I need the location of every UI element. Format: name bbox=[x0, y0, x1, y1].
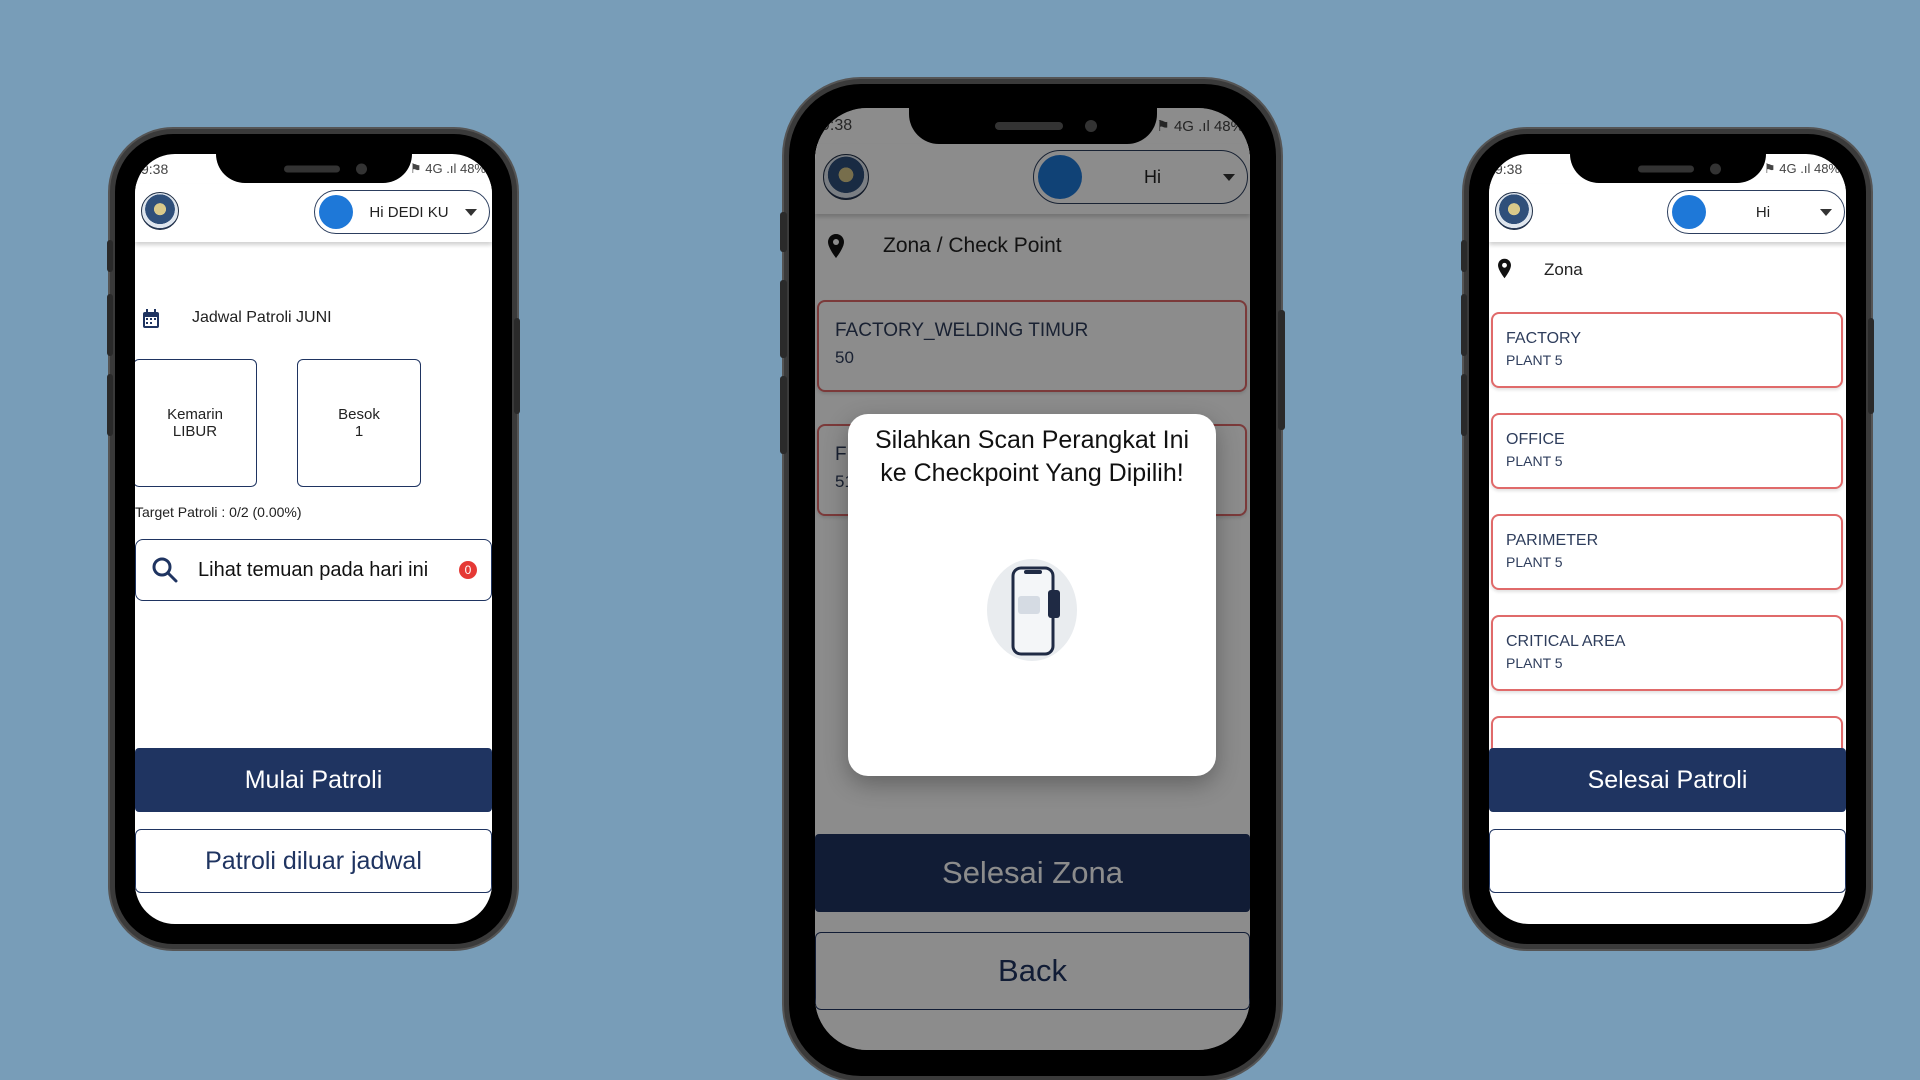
schedule-label: Jadwal Patroli JUNI bbox=[192, 309, 332, 326]
chevron-down-icon bbox=[465, 208, 477, 216]
start-patrol-button[interactable]: Mulai Patroli bbox=[135, 748, 492, 812]
modal-title: Silahkan Scan Perangkat Ini ke Checkpoin… bbox=[874, 426, 1190, 487]
calendar-icon bbox=[143, 309, 159, 328]
outside-schedule-button[interactable]: Patroli diluar jadwal bbox=[135, 829, 492, 893]
phone-nfc-scan-icon bbox=[987, 559, 1077, 661]
right-phone: 9:38 ⚑ 4G .ıl 48% Hi Zona FACTORY PLANT … bbox=[1461, 134, 1874, 944]
zone-plant: PLANT 5 bbox=[1506, 352, 1563, 368]
avatar bbox=[1672, 195, 1706, 229]
greeting-text: Hi bbox=[1755, 203, 1771, 221]
status-time: 9:38 bbox=[141, 161, 169, 177]
zone-name: PARIMETER bbox=[1506, 532, 1599, 549]
schedule-row: Jadwal Patroli JUNI bbox=[135, 304, 492, 334]
section-label: Zona bbox=[1544, 260, 1583, 279]
zone-card[interactable]: CRITICAL AREA PLANT 5 bbox=[1491, 615, 1843, 691]
findings-count-badge: 0 bbox=[459, 561, 477, 579]
app-bar: Hi bbox=[1489, 184, 1846, 242]
tomorrow-value: 1 bbox=[354, 423, 364, 440]
left-phone: 9:38 ⚑ 4G .ıl 48% Hi DEDI KU Jadwal Patr… bbox=[107, 134, 520, 944]
tomorrow-card[interactable]: Besok 1 bbox=[297, 359, 421, 487]
greeting-text: Hi DEDI KU bbox=[369, 203, 449, 221]
search-label: Lihat temuan pada hari ini bbox=[198, 558, 429, 581]
left-screen: 9:38 ⚑ 4G .ıl 48% Hi DEDI KU Jadwal Patr… bbox=[135, 154, 492, 924]
findings-search[interactable]: Lihat temuan pada hari ini 0 bbox=[135, 539, 492, 601]
tomorrow-title: Besok bbox=[338, 406, 380, 423]
avatar bbox=[319, 195, 353, 229]
zone-card[interactable]: FACTORY PLANT 5 bbox=[1491, 312, 1843, 388]
app-logo bbox=[141, 192, 179, 230]
zone-plant: PLANT 5 bbox=[1506, 655, 1563, 671]
user-dropdown[interactable]: Hi DEDI KU bbox=[314, 190, 490, 234]
zone-plant: PLANT 5 bbox=[1506, 453, 1563, 469]
zone-name: FACTORY bbox=[1506, 330, 1581, 347]
status-battery: ⚑ 4G .ıl 48% bbox=[409, 161, 486, 176]
zone-name: OFFICE bbox=[1506, 431, 1565, 448]
zone-plant: PLANT 5 bbox=[1506, 554, 1563, 570]
location-pin-icon bbox=[1498, 258, 1511, 279]
yesterday-card[interactable]: Kemarin LIBUR bbox=[135, 359, 257, 487]
app-logo bbox=[1495, 192, 1533, 230]
status-battery: ⚑ 4G .ıl 48% bbox=[1763, 161, 1840, 176]
empty-outline-button[interactable] bbox=[1489, 829, 1846, 893]
scan-modal: Silahkan Scan Perangkat Ini ke Checkpoin… bbox=[848, 414, 1216, 776]
middle-phone: 9:38 ⚑ 4G .ıl 48% Hi Zona / Check Point … bbox=[780, 84, 1285, 1076]
yesterday-value: LIBUR bbox=[172, 423, 218, 440]
zone-card[interactable]: OFFICE PLANT 5 bbox=[1491, 413, 1843, 489]
chevron-down-icon bbox=[1820, 208, 1832, 216]
status-time: 9:38 bbox=[1495, 161, 1523, 177]
middle-screen: 9:38 ⚑ 4G .ıl 48% Hi Zona / Check Point … bbox=[815, 108, 1250, 1050]
user-dropdown[interactable]: Hi bbox=[1667, 190, 1845, 234]
zone-row: Zona bbox=[1489, 252, 1846, 286]
target-text: Target Patroli : 0/2 (0.00%) bbox=[135, 504, 302, 520]
zone-name: CRITICAL AREA bbox=[1506, 633, 1626, 650]
yesterday-title: Kemarin bbox=[167, 406, 223, 423]
app-bar: Hi DEDI KU bbox=[135, 184, 492, 242]
search-icon bbox=[152, 557, 178, 583]
right-screen: 9:38 ⚑ 4G .ıl 48% Hi Zona FACTORY PLANT … bbox=[1489, 154, 1846, 924]
finish-patrol-button[interactable]: Selesai Patroli bbox=[1489, 748, 1846, 812]
zone-card[interactable]: PARIMETER PLANT 5 bbox=[1491, 514, 1843, 590]
